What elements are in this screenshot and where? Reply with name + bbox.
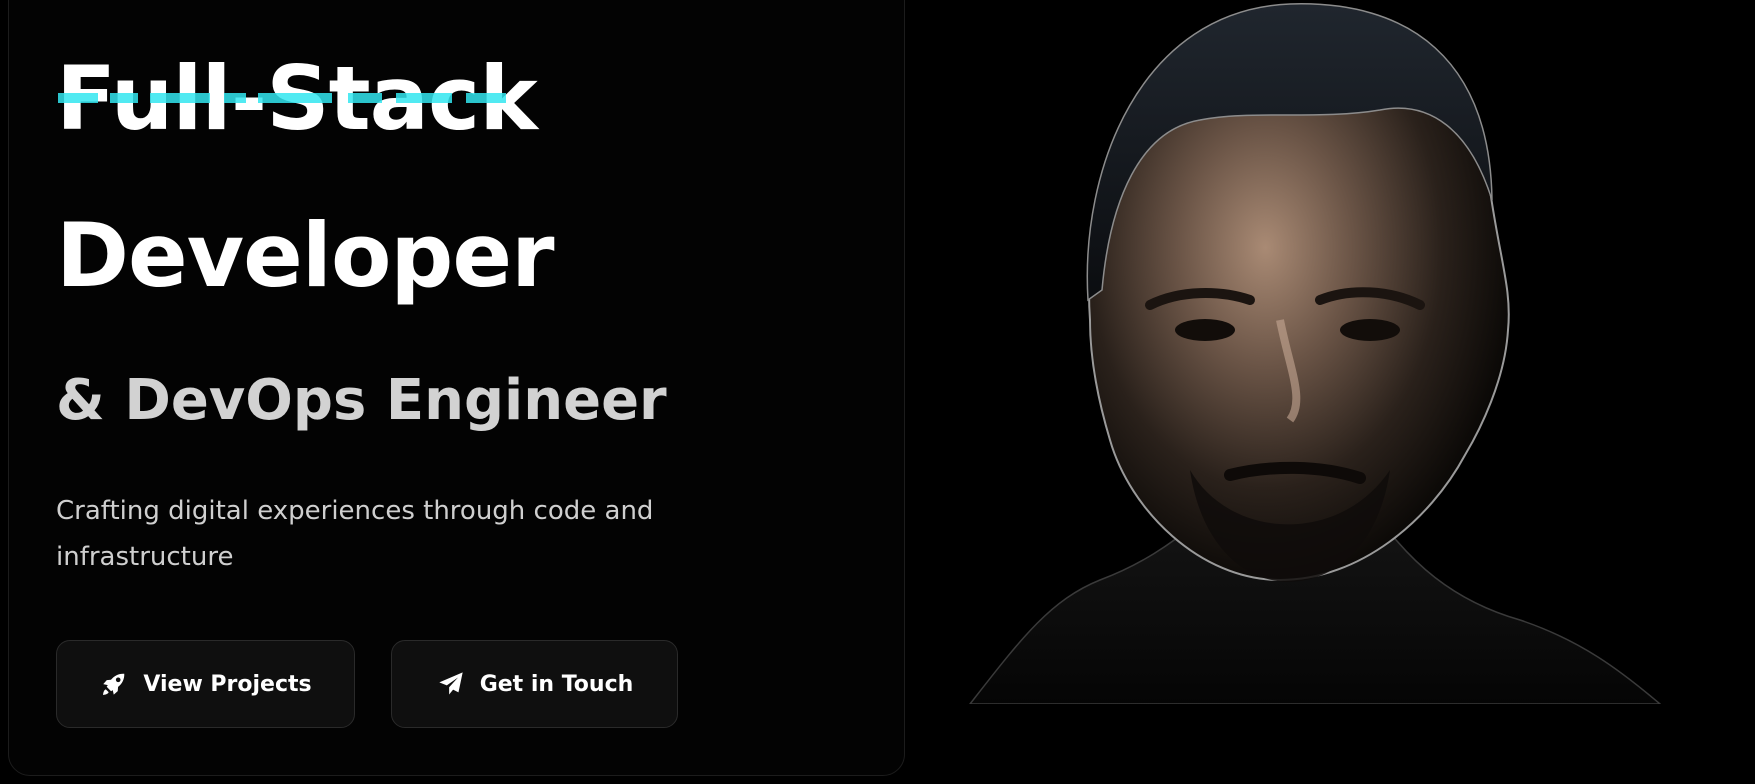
view-projects-button[interactable]: View Projects: [56, 640, 355, 728]
hero-tagline: Crafting digital experiences through cod…: [56, 496, 654, 572]
rocket-icon: [99, 669, 129, 699]
hero-title-line-2: Developer: [56, 204, 554, 307]
profile-photo: [960, 0, 1700, 704]
get-in-touch-button[interactable]: Get in Touch: [391, 640, 678, 728]
get-in-touch-label: Get in Touch: [479, 671, 634, 697]
hero-subtitle: & DevOps Engineer: [56, 368, 667, 433]
hero-title-line-1: Full-Stack: [56, 47, 538, 150]
view-projects-label: View Projects: [143, 671, 312, 697]
hero-section: Full-Stack Developer & DevOps Engineer C…: [0, 0, 1755, 784]
paper-plane-icon: [436, 669, 466, 699]
